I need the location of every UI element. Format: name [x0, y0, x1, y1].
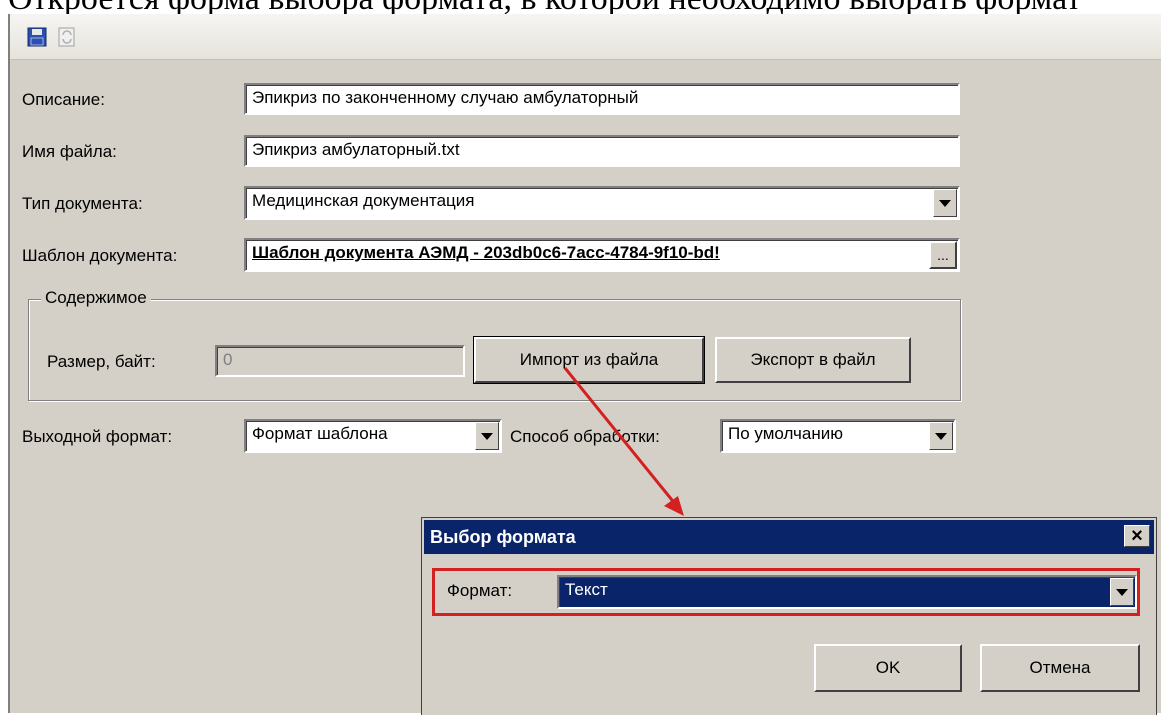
format-select[interactable]: Текст	[557, 575, 1137, 609]
filename-label: Имя файла:	[22, 142, 117, 161]
format-select-dialog: Выбор формата × Формат: Текст OK Отмена	[422, 518, 1156, 715]
import-from-file-button[interactable]: Импорт из файла	[474, 337, 704, 383]
cancel-button[interactable]: Отмена	[980, 644, 1140, 692]
dialog-title: Выбор формата	[430, 526, 576, 547]
processing-select[interactable]: По умолчанию	[720, 419, 956, 453]
chevron-down-icon[interactable]	[475, 422, 499, 450]
filename-field[interactable]: Эпикриз амбулаторный.txt	[244, 135, 960, 167]
output-format-select[interactable]: Формат шаблона	[244, 419, 502, 453]
ok-button[interactable]: OK	[814, 644, 962, 692]
template-value: Шаблон документа АЭМД - 203db0c6-7acc-47…	[252, 243, 720, 262]
size-label: Размер, байт:	[47, 352, 156, 371]
format-label: Формат:	[447, 581, 513, 600]
toolbar	[10, 14, 1161, 60]
close-icon[interactable]: ×	[1124, 525, 1150, 547]
output-format-value: Формат шаблона	[252, 424, 388, 443]
doctype-select[interactable]: Медицинская документация	[244, 186, 960, 220]
chevron-down-icon[interactable]	[1110, 578, 1134, 606]
format-highlight-box: Формат: Текст	[432, 568, 1140, 616]
browse-button[interactable]: ...	[929, 241, 957, 269]
floppy-disk-icon[interactable]	[24, 24, 50, 50]
content-group: Содержимое Размер, байт: 0 Импорт из фай…	[28, 288, 961, 401]
processing-value: По умолчанию	[728, 424, 843, 443]
content-group-title: Содержимое	[41, 288, 151, 308]
size-field: 0	[215, 345, 465, 377]
chevron-down-icon[interactable]	[933, 189, 957, 217]
description-label: Описание:	[22, 90, 105, 109]
export-to-file-button[interactable]: Экспорт в файл	[715, 337, 911, 383]
template-field[interactable]: Шаблон документа АЭМД - 203db0c6-7acc-47…	[244, 238, 960, 272]
description-field[interactable]: Эпикриз по законченному случаю амбулатор…	[244, 83, 960, 115]
output-format-label: Выходной формат:	[22, 427, 173, 446]
doctype-label: Тип документа:	[22, 194, 143, 213]
processing-label: Способ обработки:	[510, 427, 660, 446]
chevron-down-icon[interactable]	[929, 422, 953, 450]
refresh-icon[interactable]	[54, 24, 80, 50]
template-label: Шаблон документа:	[22, 246, 178, 265]
dialog-title-bar: Выбор формата ×	[424, 520, 1154, 554]
doctype-value: Медицинская документация	[252, 191, 475, 210]
format-value: Текст	[565, 580, 608, 599]
